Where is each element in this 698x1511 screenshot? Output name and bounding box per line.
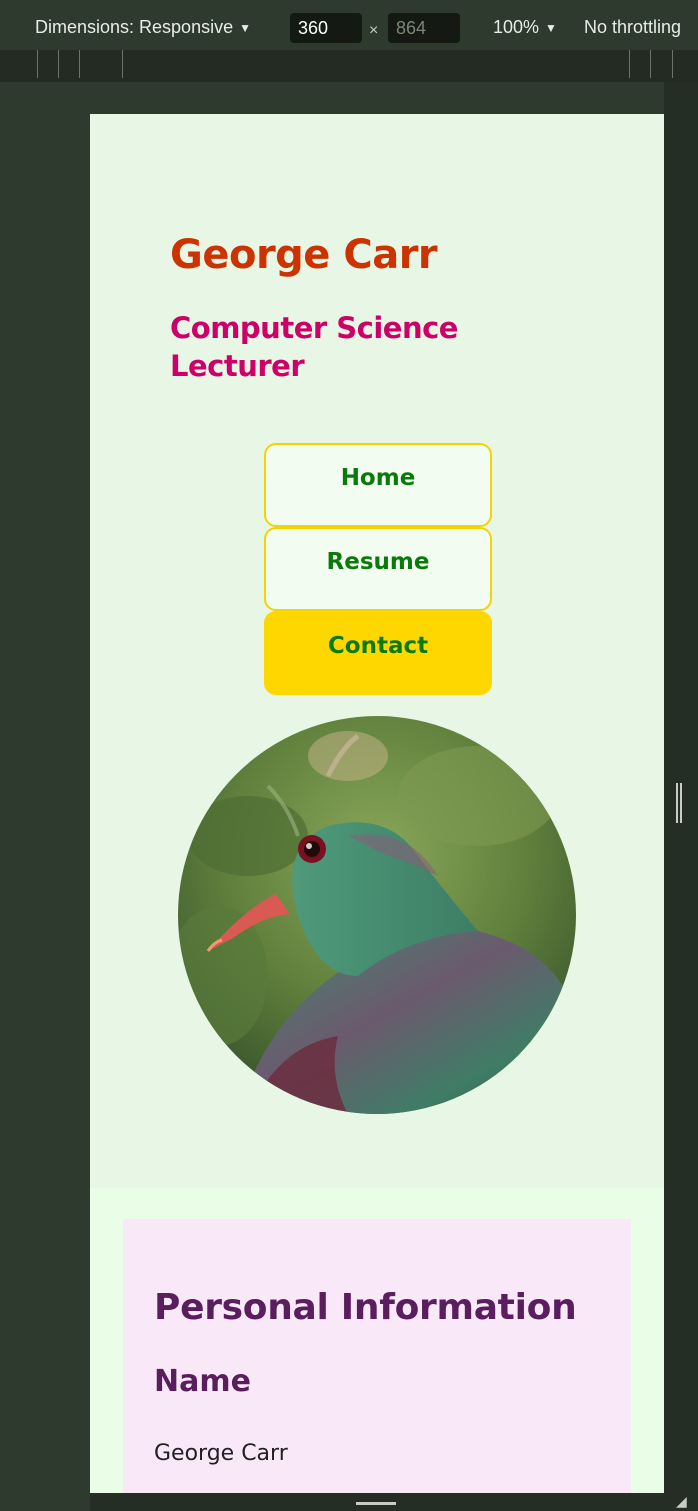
- resize-corner-icon[interactable]: ◢: [676, 1493, 694, 1511]
- name-heading: Name: [154, 1364, 251, 1399]
- ruler-tick: [672, 50, 673, 78]
- zoom-dropdown[interactable]: 100% ▼: [493, 17, 557, 38]
- height-input[interactable]: 864: [388, 13, 460, 43]
- site-subtitle: Computer Science Lecturer: [170, 311, 458, 383]
- ruler-tick: [79, 50, 80, 78]
- zoom-label: 100%: [493, 17, 540, 37]
- dimensions-label: Dimensions: Responsive: [35, 17, 234, 37]
- content-section: Personal Information Name George Carr: [90, 1188, 664, 1493]
- site-title: George Carr: [170, 232, 438, 278]
- emulated-page: George Carr Computer Science Lecturer Ho…: [90, 114, 664, 1493]
- ruler-tick: [629, 50, 630, 78]
- main-nav: Home Resume Contact: [264, 443, 492, 695]
- bird-photo-image: [178, 716, 576, 1114]
- name-value: George Carr: [154, 1441, 288, 1466]
- profile-photo: [178, 716, 576, 1114]
- nav-home-button[interactable]: Home: [264, 443, 492, 527]
- resize-handle-right[interactable]: [676, 783, 682, 823]
- devtools-toolbar: Dimensions: Responsive ▼ 360 × 864 100% ▼ …: [0, 0, 698, 50]
- width-input[interactable]: 360: [290, 13, 362, 43]
- nav-contact-button[interactable]: Contact: [264, 611, 492, 695]
- nav-resume-button[interactable]: Resume: [264, 527, 492, 611]
- media-query-ruler: [0, 50, 698, 82]
- ruler-tick: [650, 50, 651, 78]
- times-symbol: ×: [369, 22, 379, 39]
- ruler-tick: [58, 50, 59, 78]
- throttling-dropdown[interactable]: No throttling: [584, 17, 681, 38]
- ruler-tick: [122, 50, 123, 78]
- resize-handle-bottom[interactable]: [356, 1502, 396, 1505]
- personal-info-heading: Personal Information: [154, 1287, 577, 1328]
- ruler-tick: [37, 50, 38, 78]
- dimensions-dropdown[interactable]: Dimensions: Responsive ▼: [35, 17, 251, 38]
- caret-down-icon: ▼: [239, 21, 251, 35]
- personal-info-card: Personal Information Name George Carr: [123, 1219, 631, 1493]
- caret-down-icon: ▼: [545, 21, 557, 35]
